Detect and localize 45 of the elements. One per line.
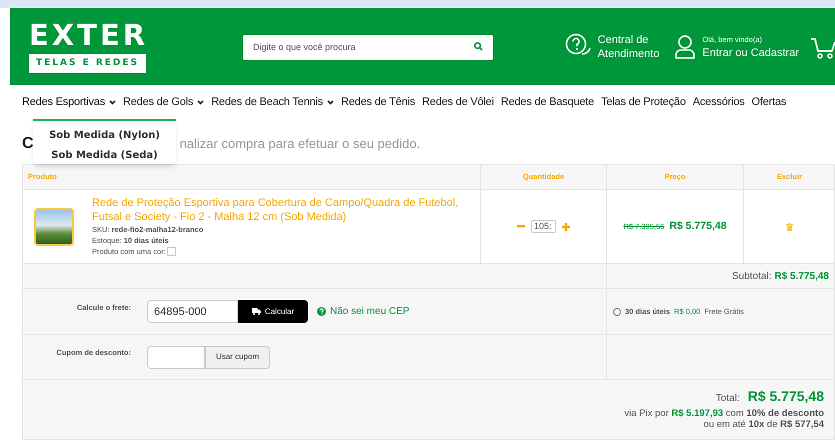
user-icon[interactable] [674,34,696,60]
nav-link[interactable]: Redes de Gols [123,94,204,111]
pix-offer-text: via Pix por R$ 5.197,93 com 10% de desconto [624,408,824,419]
help-icon [317,307,326,316]
support-link[interactable]: Atendimento [598,46,660,60]
total-value: R$ 5.775,48 [748,387,824,406]
coupon-field[interactable] [147,346,205,368]
zip-field[interactable]: 64895-000 [147,300,238,323]
nav-link[interactable]: Acessórios [692,94,745,111]
plus-icon [562,222,570,230]
increase-button[interactable] [562,222,570,230]
page-subtitle: nalizar compra para efetuar o seu pedido. [180,135,420,153]
truck-icon [252,308,261,315]
radio-button[interactable] [613,308,621,316]
subtotal-value: R$ 5.775,48 [774,270,829,284]
nav-link[interactable]: Redes de Basquete [500,94,594,111]
nav-link[interactable]: Redes de Beach Tennis [211,94,334,111]
color-swatch [166,247,176,256]
quantity-field[interactable]: 105: [531,220,556,233]
page-title: C [22,134,34,154]
login-link[interactable]: Entrar ou Cadastrar [702,46,800,60]
nav-link[interactable]: Redes de Vôlei [422,94,494,111]
search-field[interactable]: Digite o que você procura [243,34,493,60]
search-icon[interactable] [474,42,483,51]
minus-icon [517,225,525,228]
zip-help-link[interactable]: Não sei meu CEP [317,304,410,319]
installments-text: ou em até 10x de R$ 577,54 [704,419,824,430]
subtotal-label: Subtotal: [732,270,772,284]
logo-tagline: TELAS E REDES [29,54,146,74]
decrease-button[interactable] [517,222,525,230]
dropdown-item[interactable]: Sob Medida (Nylon) [49,128,160,143]
product-photo-placeholder [34,208,74,246]
logo-text: EXTER [29,20,146,50]
current-price: R$ 5.775,48 [669,218,727,234]
nav-link[interactable]: Redes de Tênis [340,94,416,111]
total-label: Total: [716,392,740,406]
support-link[interactable]: Central de [598,32,660,46]
nav-link[interactable]: Telas de Proteção [601,94,686,111]
trash-icon [786,222,793,230]
nav-link[interactable]: Redes Esportivas [22,94,116,111]
logo[interactable]: EXTER TELAS E REDES [29,20,146,74]
apply-coupon-button[interactable]: Usar cupom [205,346,270,368]
nav-link[interactable]: Ofertas [752,94,786,111]
calculate-button[interactable]: Calcular [238,300,308,323]
dropdown-item[interactable]: Sob Medida (Seda) [51,148,158,163]
